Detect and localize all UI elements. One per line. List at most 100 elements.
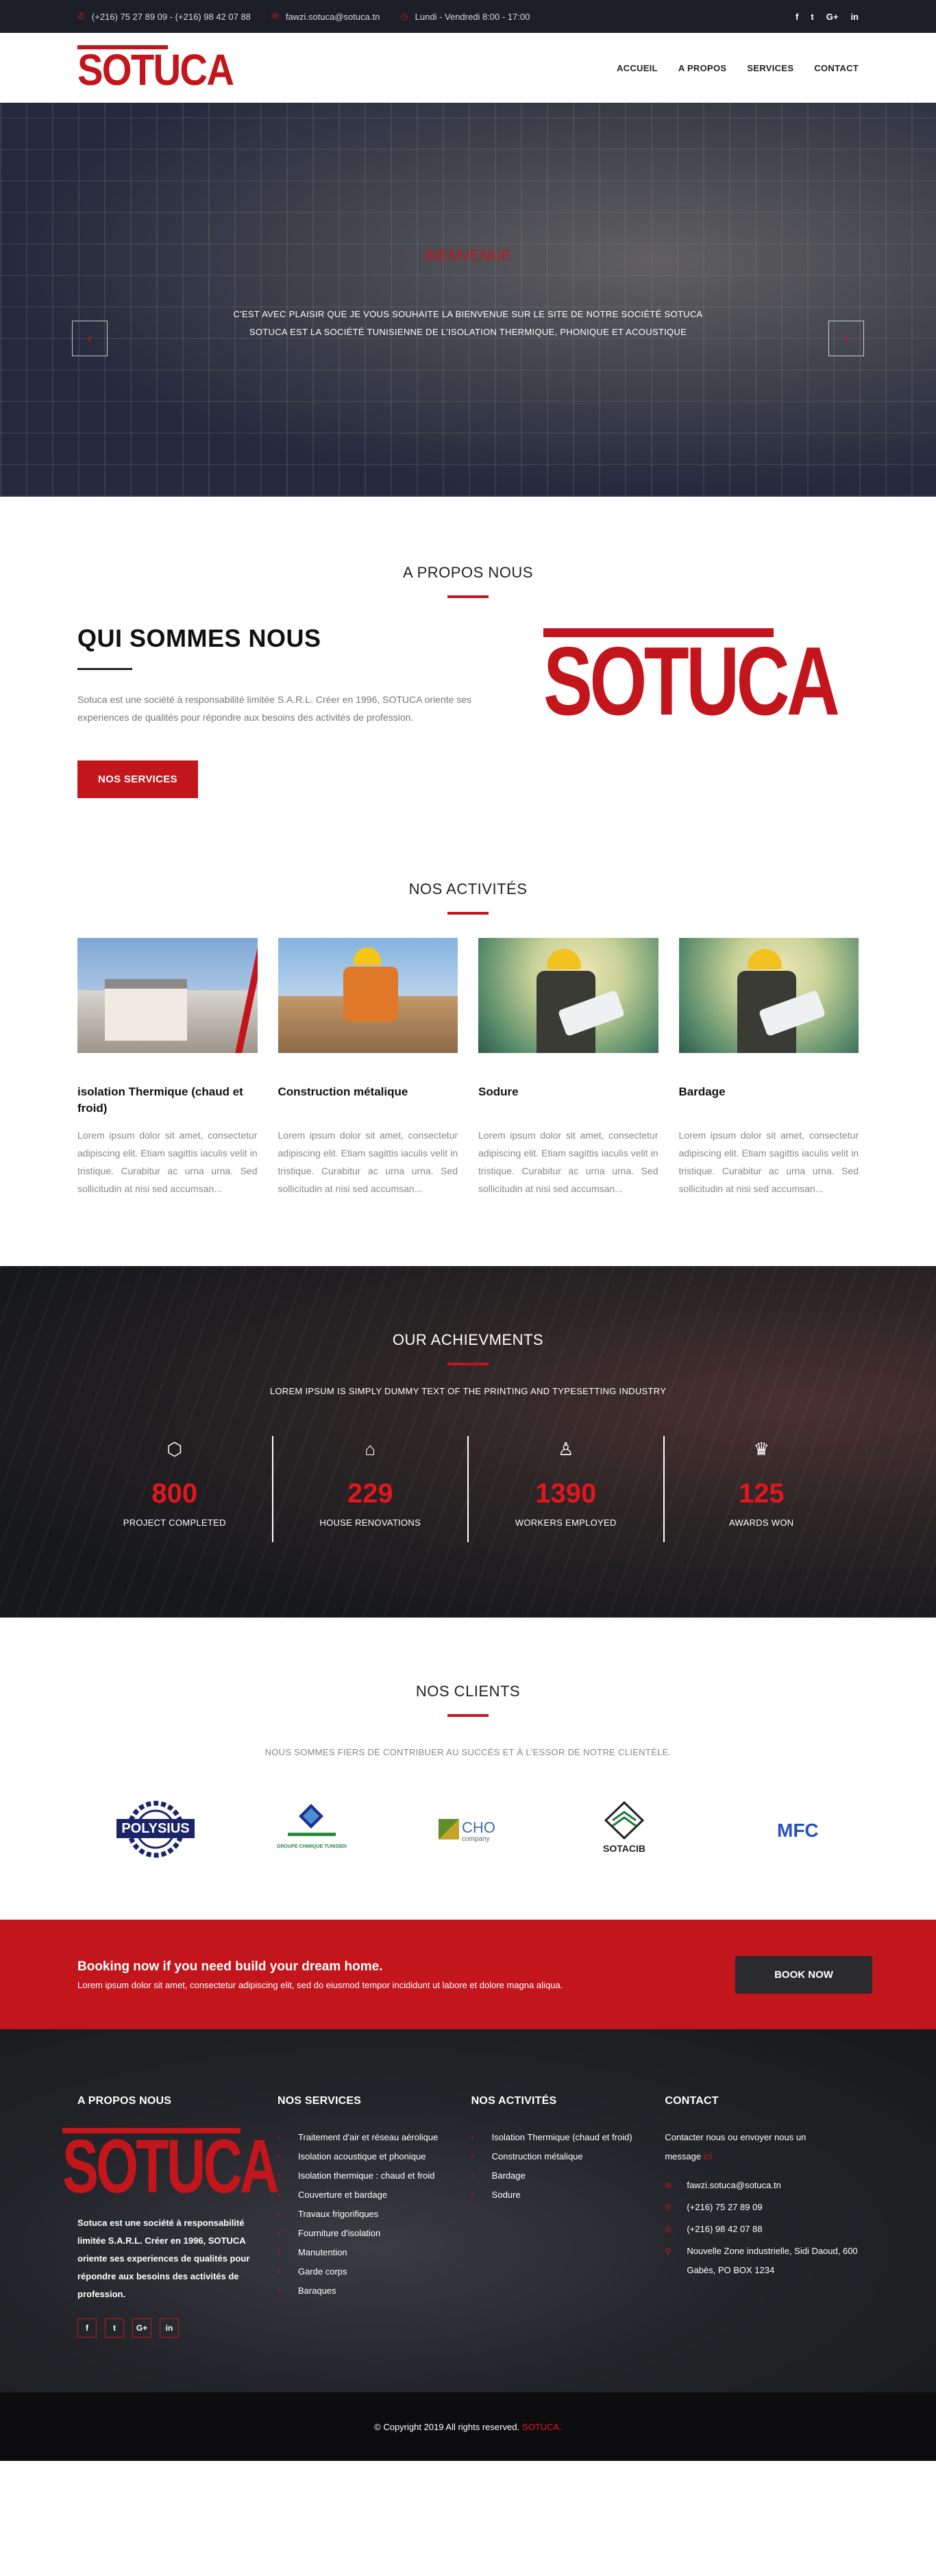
hero-line-1: C'EST AVEC PLAISIR QUE JE VOUS SOUHAITE … bbox=[233, 309, 703, 319]
footer-about-column: A PROPOS NOUS SOTUCA Sotuca est une soci… bbox=[62, 2095, 279, 2338]
footer-service-link[interactable]: › Traitement d'air et réseau aérolique bbox=[278, 2128, 471, 2147]
google-plus-icon[interactable]: G+ bbox=[826, 12, 839, 22]
worker-shape bbox=[343, 967, 398, 1021]
footer-service-link[interactable]: › Manutention bbox=[278, 2243, 471, 2262]
facebook-icon[interactable]: f bbox=[796, 12, 798, 22]
activity-card[interactable]: isolation Thermique (chaud et froid) Lor… bbox=[77, 938, 258, 1198]
nav-item-a-propos[interactable]: A PROPOS bbox=[678, 63, 727, 73]
footer-activity-link[interactable]: › Isolation Thermique (chaud et froid) bbox=[471, 2128, 665, 2147]
footer-service-label[interactable]: Travaux frigorifiques bbox=[298, 2205, 378, 2224]
footer-service-label[interactable]: Manutention bbox=[298, 2243, 347, 2262]
activities-title-rule bbox=[447, 912, 489, 915]
footer-service-label[interactable]: Isolation thermique : chaud et froid bbox=[298, 2166, 434, 2185]
footer-service-link[interactable]: › Garde corps bbox=[278, 2262, 471, 2281]
footer-service-link[interactable]: › Baraques bbox=[278, 2281, 471, 2301]
topbar-email-text[interactable]: fawzi.sotuca@sotuca.tn bbox=[286, 12, 380, 22]
phone-icon: ✆ bbox=[77, 11, 85, 21]
contact-phone-2-text: (+216) 98 42 07 88 bbox=[687, 2224, 763, 2234]
topbar-email[interactable]: ✉ fawzi.sotuca@sotuca.tn bbox=[271, 11, 380, 22]
footer-service-link[interactable]: › Isolation thermique : chaud et froid bbox=[278, 2166, 471, 2185]
google-plus-icon[interactable]: G+ bbox=[132, 2318, 151, 2338]
hardhat-shape bbox=[747, 949, 782, 969]
stat-item: ⌂ 229 HOUSE RENOVATIONS bbox=[273, 1436, 469, 1542]
client-logo-polysius[interactable]: POLYSIUS bbox=[77, 1798, 234, 1860]
contact-email[interactable]: ✉ fawzi.sotuca@sotuca.tn bbox=[665, 2176, 859, 2195]
footer-service-link[interactable]: › Fourniture d'isolation bbox=[278, 2224, 471, 2243]
footer-activity-link[interactable]: › Bardage bbox=[471, 2166, 665, 2185]
footer-activity-label[interactable]: Bardage bbox=[492, 2166, 526, 2185]
footer-service-label[interactable]: Traitement d'air et réseau aérolique bbox=[298, 2128, 438, 2147]
footer-service-label[interactable]: Baraques bbox=[298, 2281, 336, 2301]
topbar-hours: ◷ Lundi - Vendredi 8:00 - 17:00 bbox=[400, 11, 530, 22]
activity-card[interactable]: Bardage Lorem ipsum dolor sit amet, cons… bbox=[678, 938, 859, 1198]
chevron-right-icon: › bbox=[278, 2268, 280, 2276]
client-logo-gct[interactable]: GROUPE CHIMIQUE TUNISIEN bbox=[234, 1798, 390, 1860]
chevron-right-icon: › bbox=[278, 2191, 280, 2199]
copyright-text: © Copyright 2019 All rights reserved. bbox=[374, 2421, 520, 2432]
contact-email-text[interactable]: fawzi.sotuca@sotuca.tn bbox=[687, 2176, 780, 2195]
nos-services-button[interactable]: NOS SERVICES bbox=[77, 760, 198, 798]
twitter-icon[interactable]: t bbox=[811, 12, 813, 22]
footer-activity-label[interactable]: Construction métalique bbox=[492, 2147, 583, 2166]
chevron-right-icon: › bbox=[471, 2191, 474, 2199]
sotacib-logo-text: SOTACIB bbox=[603, 1843, 645, 1854]
chevron-right-icon: › bbox=[471, 2153, 474, 2161]
topbar-social: f t G+ in bbox=[796, 12, 859, 22]
hero-line-2: SOTUCA EST LA SOCIÉTÉ TUNISIENNE DE L'IS… bbox=[249, 327, 687, 337]
site-footer: A PROPOS NOUS SOTUCA Sotuca est une soci… bbox=[0, 2029, 936, 2392]
footer-service-label[interactable]: Garde corps bbox=[298, 2262, 347, 2281]
stat-label: HOUSE RENOVATIONS bbox=[319, 1518, 421, 1528]
client-logo-mfc[interactable]: MFC bbox=[702, 1798, 859, 1860]
copyright-brand[interactable]: SOTUCA. bbox=[522, 2422, 562, 2432]
slider-next-button[interactable]: › bbox=[828, 321, 864, 356]
footer-activities-column: NOS ACTIVITÉS › Isolation Thermique (chau… bbox=[471, 2095, 665, 2338]
linkedin-icon[interactable]: in bbox=[850, 12, 859, 22]
nav-item-accueil[interactable]: ACCUEIL bbox=[617, 63, 658, 73]
activity-card[interactable]: Construction métalique Lorem ipsum dolor… bbox=[278, 938, 458, 1198]
activity-card[interactable]: Sodure Lorem ipsum dolor sit amet, conse… bbox=[478, 938, 658, 1198]
activity-title: Bardage bbox=[678, 1085, 726, 1098]
hero-content: BIENVENUE C'EST AVEC PLAISIR QUE JE VOUS… bbox=[0, 247, 936, 341]
footer-activity-label[interactable]: Sodure bbox=[492, 2185, 521, 2205]
footer-service-link[interactable]: › Travaux frigorifiques bbox=[278, 2205, 471, 2224]
client-logo-cho[interactable]: CHO company bbox=[390, 1798, 546, 1860]
site-logo[interactable]: SOTUCA bbox=[77, 45, 234, 92]
footer-service-label[interactable]: Isolation acoustique et phonique bbox=[298, 2147, 426, 2166]
chevron-right-icon: › bbox=[278, 2229, 280, 2238]
chevron-right-icon: › bbox=[278, 2172, 280, 2180]
book-now-button[interactable]: BOOK NOW bbox=[735, 1955, 872, 1994]
footer-service-link[interactable]: › Couverture et bardage bbox=[278, 2185, 471, 2205]
nav-item-contact[interactable]: CONTACT bbox=[814, 63, 859, 73]
topbar-hours-text: Lundi - Vendredi 8:00 - 17:00 bbox=[415, 11, 530, 22]
main-menu: ACCUEIL A PROPOS SERVICES CONTACT bbox=[617, 63, 859, 73]
stat-value: 229 bbox=[347, 1478, 393, 1509]
footer-logo-text: SOTUCA bbox=[62, 2125, 279, 2209]
facebook-icon[interactable]: f bbox=[77, 2318, 97, 2338]
footer-contact-title: CONTACT bbox=[665, 2095, 719, 2107]
chevron-right-icon: › bbox=[278, 2133, 280, 2142]
chevron-right-icon: › bbox=[278, 2287, 280, 2295]
mfc-logo-text: MFC bbox=[777, 1820, 819, 1841]
client-logos-carousel: POLYSIUS GROUPE CHIMIQUE TUNISIEN CHO co… bbox=[77, 1798, 859, 1860]
activity-image-worker bbox=[278, 938, 458, 1053]
nav-item-services[interactable]: SERVICES bbox=[747, 63, 793, 73]
client-logo-sotacib[interactable]: SOTACIB bbox=[546, 1798, 702, 1860]
contact-link[interactable]: ici bbox=[704, 2151, 712, 2162]
twitter-icon[interactable]: t bbox=[105, 2318, 124, 2338]
stat-value: 125 bbox=[738, 1478, 785, 1509]
footer-activity-link[interactable]: › Construction métalique bbox=[471, 2147, 665, 2166]
achievements-section-title: OUR ACHIEVMENTS bbox=[392, 1331, 544, 1348]
slider-prev-button[interactable]: ‹ bbox=[72, 321, 108, 356]
linkedin-icon[interactable]: in bbox=[160, 2318, 179, 2338]
footer-activity-link[interactable]: › Sodure bbox=[471, 2185, 665, 2205]
footer-service-label[interactable]: Couverture et bardage bbox=[298, 2185, 387, 2205]
contact-address: ⚲ Nouvelle Zone industrielle, Sidi Daoud… bbox=[665, 2242, 859, 2280]
hardhat-shape bbox=[353, 948, 381, 965]
stat-label: AWARDS WON bbox=[729, 1518, 794, 1528]
footer-service-link[interactable]: › Isolation acoustique et phonique bbox=[278, 2147, 471, 2166]
footer-activity-label[interactable]: Isolation Thermique (chaud et froid) bbox=[492, 2128, 632, 2147]
sotacib-logo: SOTACIB bbox=[603, 1800, 645, 1854]
crane-shape bbox=[234, 938, 258, 1053]
about-title-rule bbox=[447, 595, 489, 598]
footer-service-label[interactable]: Fourniture d'isolation bbox=[298, 2224, 380, 2243]
